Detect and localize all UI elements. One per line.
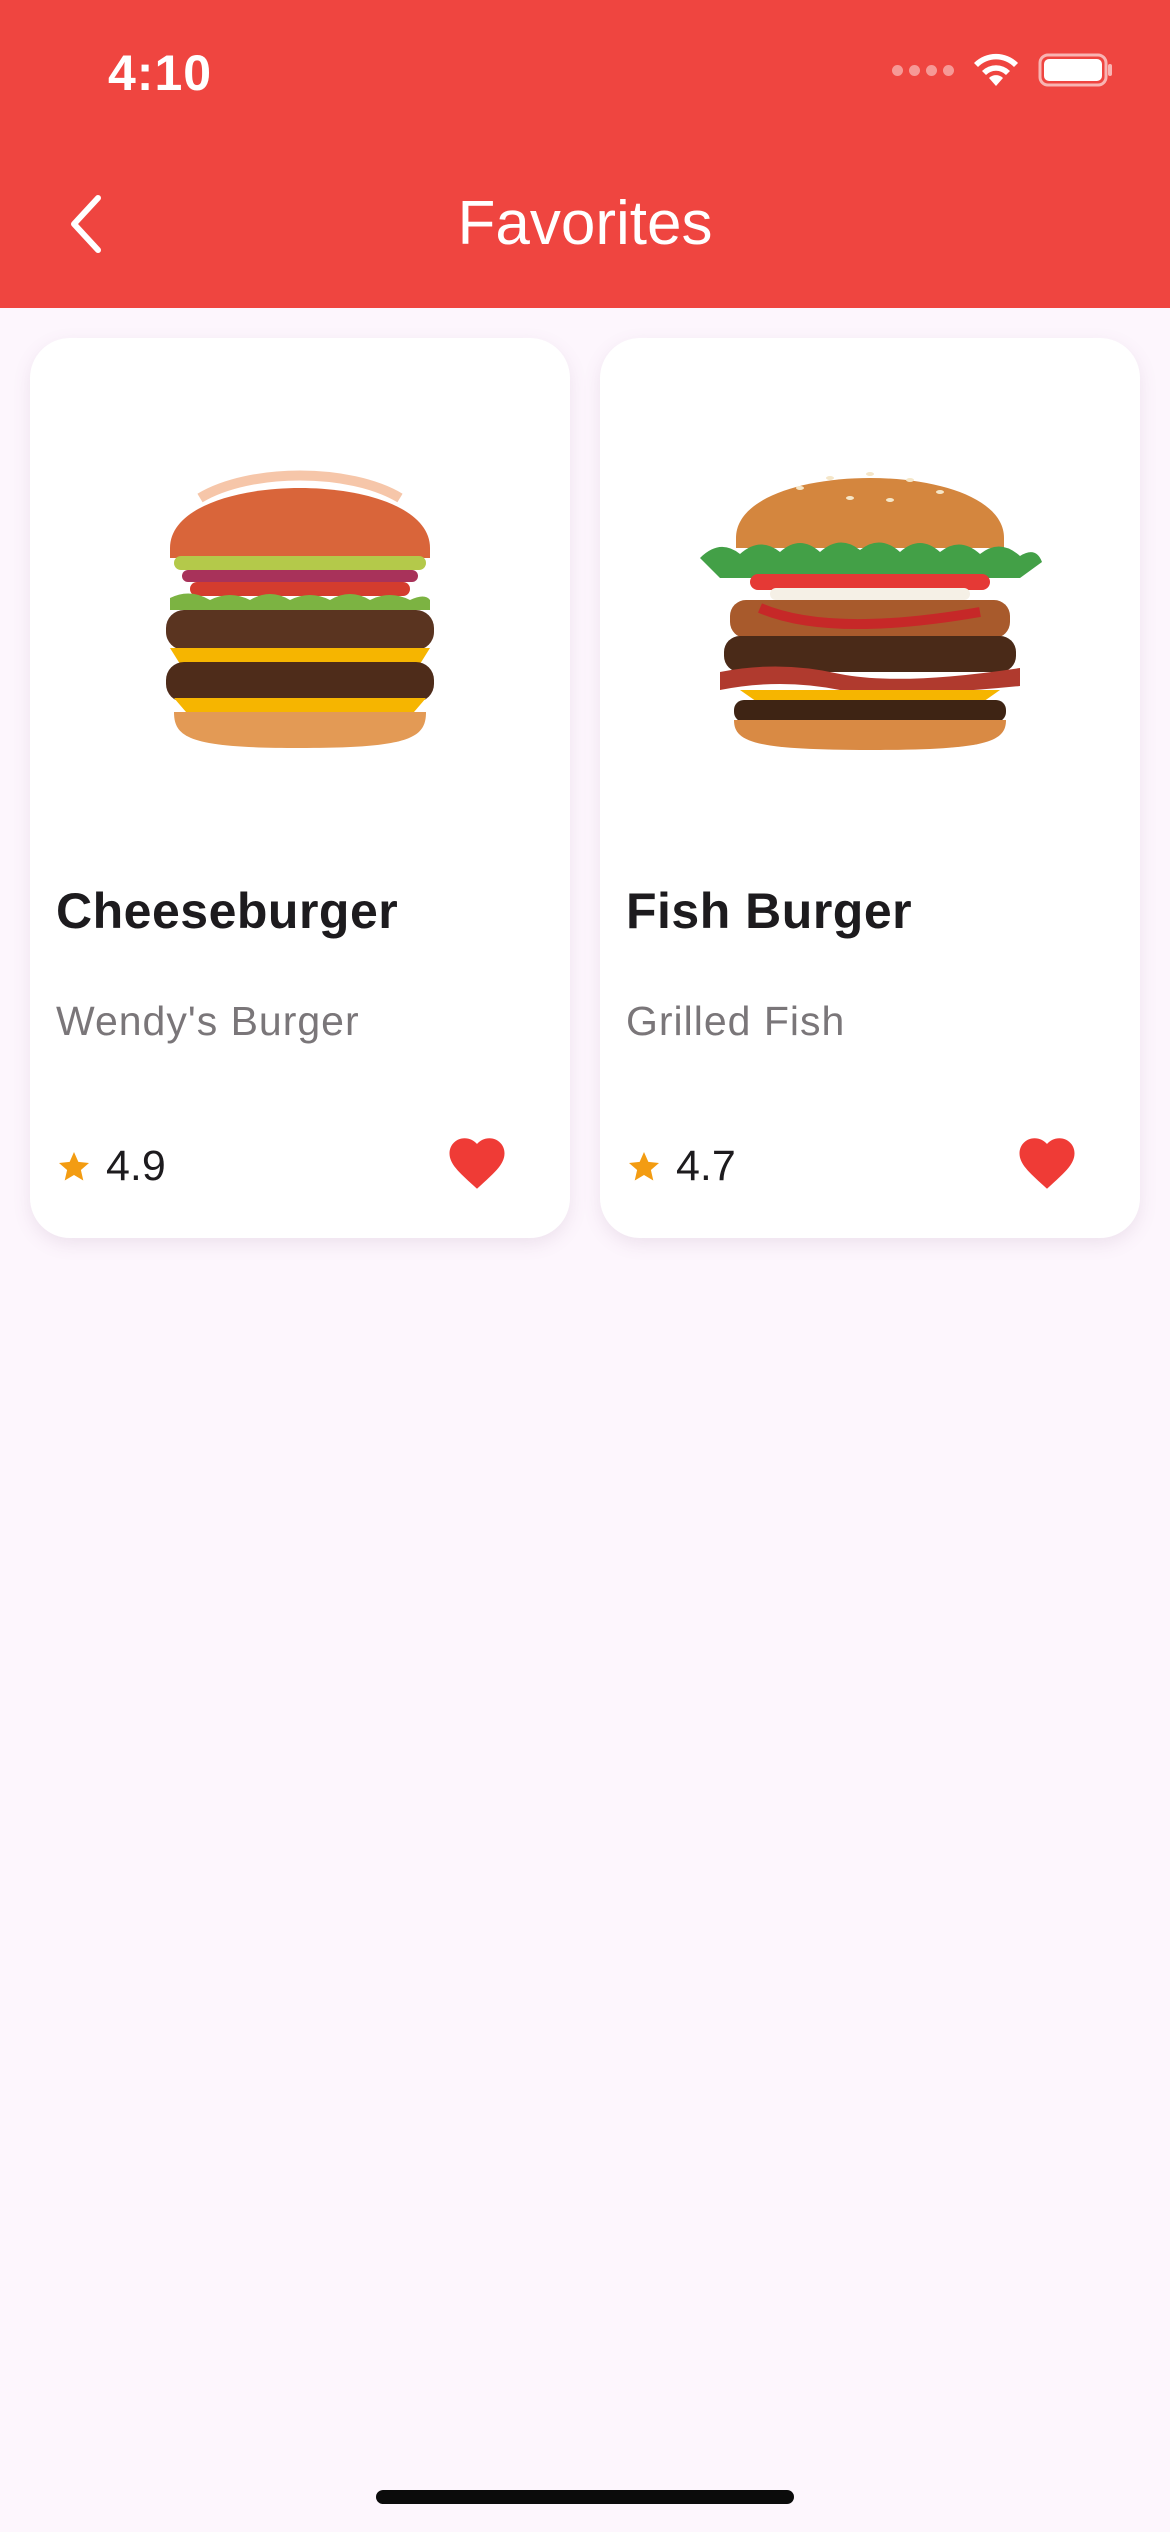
- status-time: 4:10: [108, 45, 213, 101]
- item-subtitle: Grilled Fish: [626, 998, 846, 1044]
- wifi-icon: [974, 53, 1018, 86]
- favorites-grid: Cheeseburger Wendy's Burger 4.9 Fish Bur…: [30, 338, 1140, 1238]
- star-icon: [629, 1151, 659, 1180]
- battery-icon: [1038, 53, 1112, 87]
- page-title: Favorites: [457, 189, 713, 258]
- item-name: Cheeseburger: [56, 883, 399, 939]
- rating-value: 4.7: [676, 1142, 736, 1190]
- item-subtitle: Wendy's Burger: [56, 998, 360, 1044]
- favorite-toggle-button[interactable]: [1014, 1130, 1080, 1196]
- item-rating: 4.9: [56, 1142, 166, 1191]
- favorite-toggle-button[interactable]: [444, 1130, 510, 1196]
- star-icon: [59, 1151, 89, 1180]
- favorites-screen: 4:10 Favorites Cheeseburger Wendy's Burg…: [0, 0, 1170, 2532]
- app-bar: 4:10 Favorites: [0, 0, 1170, 308]
- cellular-signal-icon: [892, 64, 954, 76]
- heart-icon: [1019, 1138, 1075, 1189]
- cheeseburger-image: [30, 378, 570, 818]
- favorite-card-cheeseburger[interactable]: Cheeseburger Wendy's Burger 4.9: [30, 338, 570, 1238]
- heart-icon: [449, 1138, 505, 1189]
- favorite-card-fish-burger[interactable]: Fish Burger Grilled Fish 4.7: [600, 338, 1140, 1238]
- fish-burger-image: [600, 378, 1140, 818]
- item-name: Fish Burger: [626, 883, 913, 939]
- rating-value: 4.9: [106, 1142, 166, 1190]
- status-icons: [892, 52, 1114, 88]
- home-indicator[interactable]: [376, 2490, 794, 2504]
- item-rating: 4.7: [626, 1142, 736, 1191]
